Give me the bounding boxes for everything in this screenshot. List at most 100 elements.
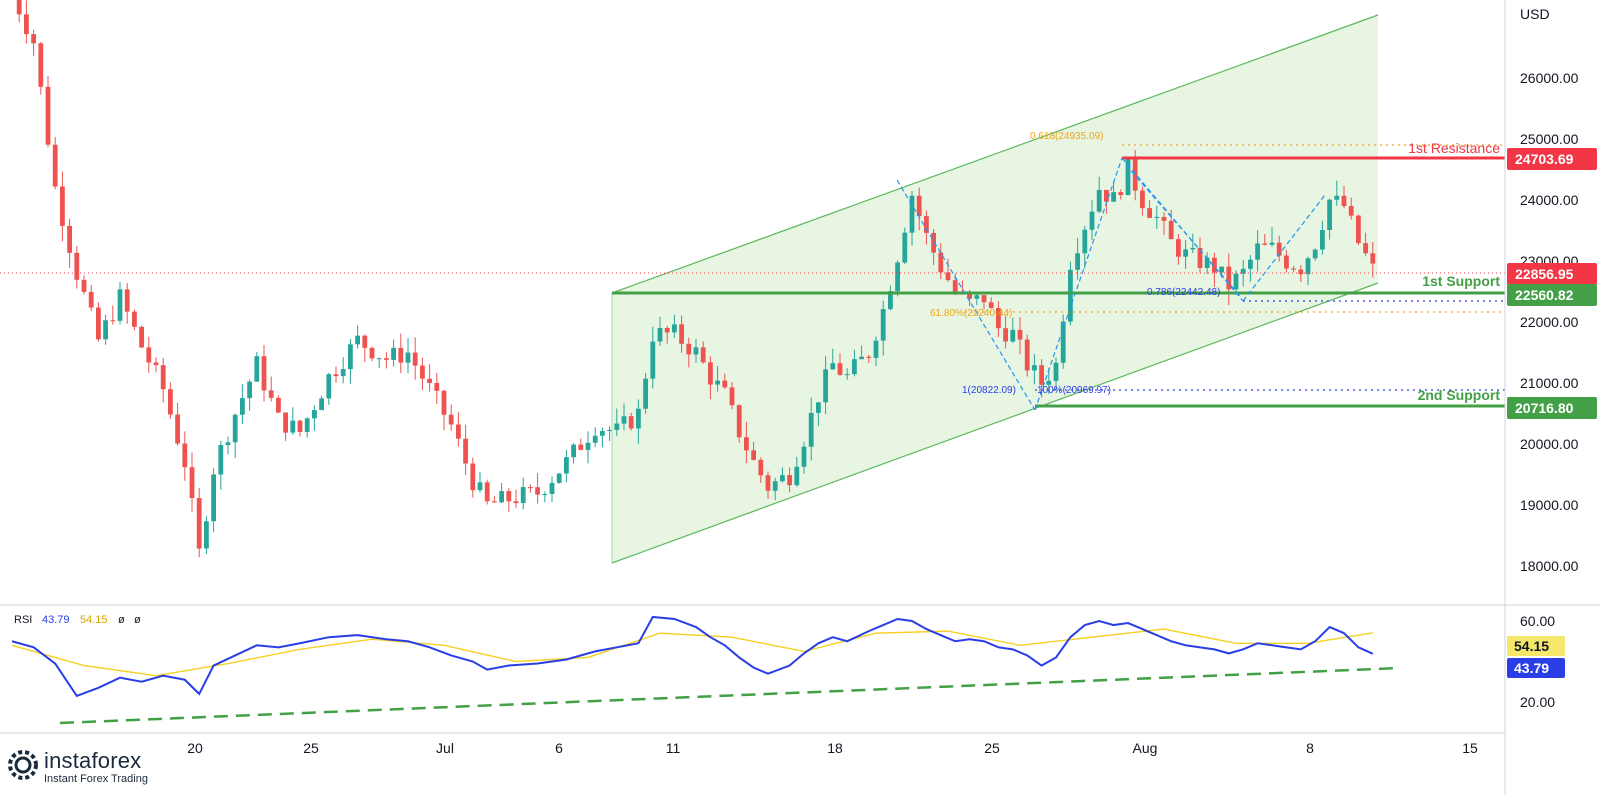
candle-body [686, 343, 692, 355]
candle-body [744, 437, 749, 451]
candle-body [290, 420, 296, 433]
price-tick-6: 20000.00 [1520, 436, 1579, 452]
candle-body [1024, 339, 1030, 371]
candle-body [1284, 255, 1289, 269]
candle-body [513, 501, 519, 504]
candle-body [1075, 253, 1080, 270]
fib-1b-label: 100%(20969.97) [1037, 385, 1111, 396]
candle-body [1032, 365, 1037, 371]
candle-body [1111, 192, 1116, 202]
candle-body [225, 442, 231, 446]
candle-body [427, 378, 432, 383]
candle-body [758, 459, 764, 476]
candle-body [643, 378, 648, 409]
time-tick-1: 20 [187, 740, 203, 756]
price-tick-5: 21000.00 [1520, 375, 1579, 391]
candle-body [261, 356, 267, 391]
rsi-ma-price-tag: 54.15 [1507, 636, 1565, 656]
candle-body [355, 335, 360, 345]
candle-body [974, 295, 980, 299]
rsi-legend-value: 43.79 [42, 614, 70, 626]
candle-body [52, 144, 58, 187]
rsi-price-tag: 43.79 [1507, 658, 1565, 678]
candle-body [1176, 239, 1181, 257]
rsi-trendline [59, 666, 1401, 725]
candle-body [708, 362, 713, 385]
candle-body [952, 280, 958, 292]
time-axis-ticks: 132025Jul6111825Aug815 [27, 740, 1478, 756]
candle-body [765, 475, 771, 491]
candle-body [614, 423, 620, 430]
candle-body [578, 444, 584, 450]
candle-body [369, 347, 375, 359]
candle-body [254, 356, 260, 382]
instaforex-gear-icon [8, 750, 38, 780]
candle-body [153, 362, 159, 366]
candle-body [916, 195, 922, 217]
time-tick-8: Aug [1133, 740, 1158, 756]
fib-618-label: 0.618(24935.09) [1030, 131, 1103, 142]
candle-body [1190, 247, 1196, 250]
candle-body [247, 381, 252, 399]
support2-price-text: 20716.80 [1515, 400, 1574, 416]
chart-area[interactable]: 0.618(24935.09) 1st Resistance 1st Suppo… [0, 0, 1600, 795]
candle-body [232, 414, 238, 443]
candle-body [31, 34, 36, 44]
rsi-tick-1: 20.00 [1520, 694, 1555, 710]
candle-body [1161, 216, 1167, 221]
candle-body [1147, 208, 1152, 218]
candle-body [38, 43, 44, 87]
candle-body [463, 438, 468, 464]
fib-618b-label: 61.80%(22240.44) [930, 308, 1012, 319]
candle-body [1341, 195, 1347, 207]
candle-body [268, 390, 274, 398]
candle-body [384, 358, 389, 360]
candle-body [542, 494, 548, 496]
candle-body [844, 374, 850, 376]
candle-body [391, 347, 396, 360]
time-tick-5: 11 [666, 740, 681, 756]
candle-body [571, 444, 576, 458]
currency-label: USD [1520, 6, 1550, 22]
price-chart-svg[interactable]: 0.618(24935.09) 1st Resistance 1st Suppo… [0, 0, 1600, 795]
resistance-price-text: 24703.69 [1515, 151, 1574, 167]
candle-body [837, 363, 843, 375]
candle-body [189, 467, 195, 499]
candle-body [780, 475, 785, 482]
rsi-legend: RSI 43.79 54.15 ø ø [14, 614, 141, 626]
candle-body [312, 410, 317, 419]
candle-body [1348, 206, 1354, 216]
candle-body [664, 328, 670, 333]
candle-body [81, 279, 87, 292]
candle-body [801, 446, 807, 467]
candle-body [592, 435, 598, 443]
candle-body [1010, 329, 1016, 342]
support1-price-tag: 22560.82 [1507, 284, 1597, 306]
candle-body [60, 186, 65, 226]
candle-body [319, 398, 324, 411]
candle-body [376, 358, 382, 360]
candle-body [45, 86, 51, 145]
candle-body [564, 457, 569, 474]
candle-body [1118, 192, 1124, 196]
candle-body [1096, 190, 1102, 212]
candle-body [1255, 243, 1260, 260]
candle-body [621, 416, 627, 424]
candle-body [218, 445, 224, 475]
candle-body [520, 487, 526, 504]
candle-body [585, 442, 591, 450]
candle-body [1312, 249, 1318, 259]
candle-body [362, 335, 368, 348]
candle-body [168, 389, 173, 415]
candle-body [1291, 268, 1296, 270]
logo-name: instaforex [44, 748, 142, 773]
candle-body [852, 359, 857, 375]
candle-body [477, 482, 483, 491]
candle-body [1082, 229, 1088, 254]
candle-body [499, 491, 504, 503]
candle-body [420, 365, 425, 379]
rsi-line [11, 615, 1374, 698]
candle-body [1305, 258, 1311, 275]
candle-body [902, 232, 908, 263]
price-tick-1: 25000.00 [1520, 131, 1579, 147]
